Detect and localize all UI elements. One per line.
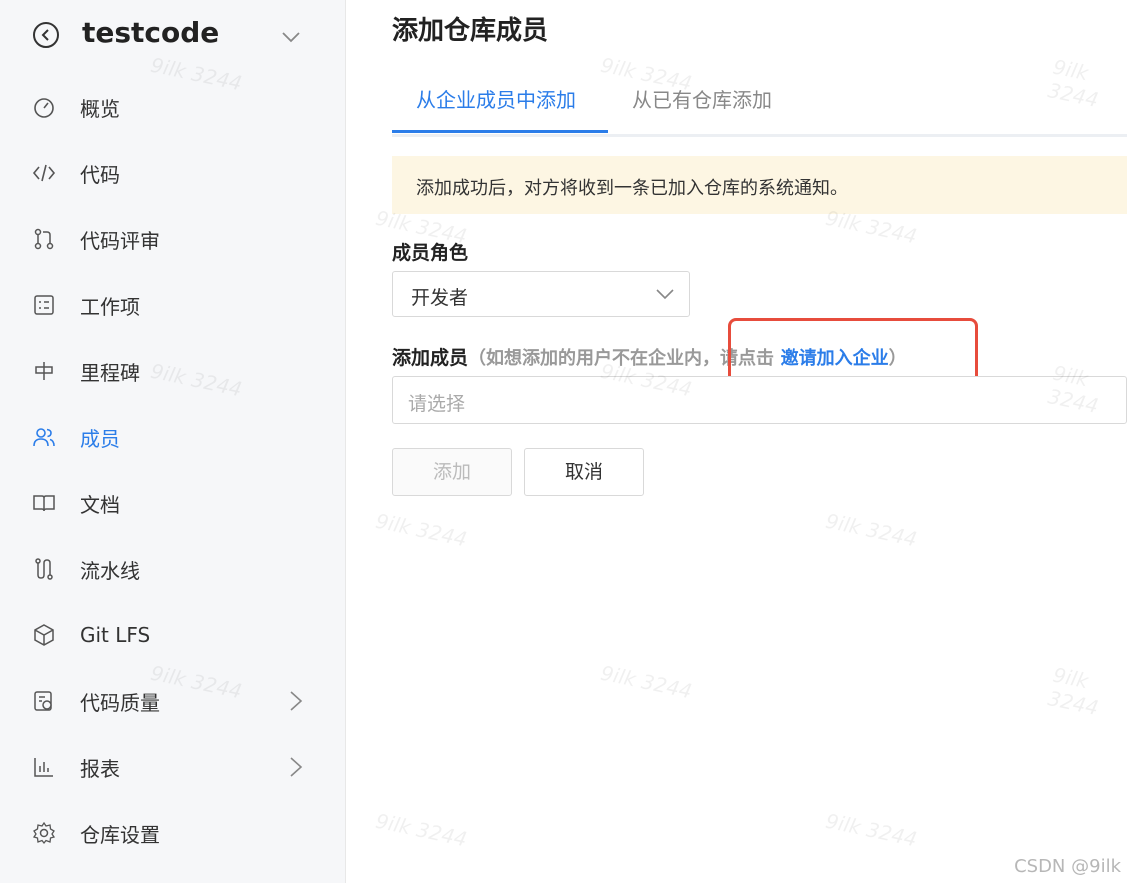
main-content: 添加仓库成员 从企业成员中添加 从已有仓库添加 添加成功后，对方将收到一条已加入… bbox=[345, 0, 1127, 883]
csdn-watermark: CSDN @9ilk bbox=[1014, 856, 1121, 877]
sidebar-item-members[interactable]: 成员 bbox=[0, 407, 345, 467]
quality-icon bbox=[34, 691, 52, 711]
sidebar-item-label: 概览 bbox=[80, 96, 120, 121]
member-label: 添加成员 bbox=[392, 347, 469, 369]
info-notice: 添加成功后，对方将收到一条已加入仓库的系统通知。 bbox=[392, 156, 1127, 214]
sidebar-item-label: 报表 bbox=[80, 756, 120, 781]
sidebar-item-docs[interactable]: 文档 bbox=[0, 473, 345, 533]
pipeline-icon bbox=[35, 558, 53, 580]
tab-from-enterprise[interactable]: 从企业成员中添加 bbox=[416, 84, 576, 113]
cube-icon bbox=[34, 624, 54, 646]
sidebar-item-label: 里程碑 bbox=[80, 360, 140, 385]
dashboard-icon bbox=[34, 98, 54, 118]
tabs: 从企业成员中添加 从已有仓库添加 bbox=[392, 70, 1127, 137]
sidebar-item-milestones[interactable]: 里程碑 bbox=[0, 341, 345, 401]
sidebar-item-reports[interactable]: 报表 bbox=[0, 737, 345, 797]
users-icon bbox=[33, 428, 55, 447]
sidebar-item-code-review[interactable]: 代码评审 bbox=[0, 209, 345, 269]
chevron-down-icon[interactable] bbox=[280, 26, 302, 48]
sidebar-item-pipeline[interactable]: 流水线 bbox=[0, 539, 345, 599]
sidebar-item-label: 成员 bbox=[80, 426, 120, 451]
repo-header: testcode bbox=[0, 0, 345, 70]
sidebar-item-code[interactable]: 代码 bbox=[0, 143, 345, 203]
role-select[interactable]: 开发者 bbox=[392, 271, 690, 317]
member-select-input[interactable]: 请选择 bbox=[392, 376, 1127, 424]
sidebar-item-settings[interactable]: 仓库设置 bbox=[0, 803, 345, 863]
sidebar-item-label: 文档 bbox=[80, 492, 120, 517]
member-input-placeholder: 请选择 bbox=[408, 393, 466, 415]
cancel-button[interactable]: 取消 bbox=[524, 448, 644, 496]
signpost-icon bbox=[35, 362, 53, 380]
tab-active-indicator bbox=[392, 130, 608, 133]
page-title: 添加仓库成员 bbox=[392, 16, 549, 46]
role-label: 成员角色 bbox=[392, 242, 469, 264]
gear-icon bbox=[32, 821, 56, 845]
tab-from-repository[interactable]: 从已有仓库添加 bbox=[632, 84, 772, 113]
add-button[interactable]: 添加 bbox=[392, 448, 512, 496]
bar-chart-icon bbox=[34, 758, 53, 777]
chevron-right-icon bbox=[290, 757, 303, 777]
sidebar-item-label: 流水线 bbox=[80, 558, 140, 583]
chevron-down-icon bbox=[656, 289, 674, 300]
code-icon bbox=[32, 164, 56, 182]
sidebar-item-label: 代码评审 bbox=[80, 228, 160, 253]
sidebar-item-work-items[interactable]: 工作项 bbox=[0, 275, 345, 335]
sidebar: testcode 概览 代码 代码评审 工作项 里程碑 成员 文档 流水线 Gi… bbox=[0, 0, 346, 883]
sidebar-item-git-lfs[interactable]: Git LFS bbox=[0, 605, 345, 665]
chevron-right-icon bbox=[290, 691, 303, 711]
checklist-icon bbox=[34, 295, 54, 315]
sidebar-item-code-quality[interactable]: 代码质量 bbox=[0, 671, 345, 731]
back-button[interactable] bbox=[33, 22, 59, 48]
merge-request-icon bbox=[34, 228, 54, 250]
sidebar-item-label: 代码质量 bbox=[80, 690, 160, 715]
sidebar-item-overview[interactable]: 概览 bbox=[0, 77, 345, 137]
sidebar-item-label: Git LFS bbox=[80, 623, 151, 647]
sidebar-item-label: 仓库设置 bbox=[80, 822, 160, 847]
book-icon bbox=[33, 495, 55, 512]
repo-name: testcode bbox=[82, 16, 220, 49]
sidebar-item-label: 工作项 bbox=[80, 294, 140, 319]
notice-text: 添加成功后，对方将收到一条已加入仓库的系统通知。 bbox=[416, 178, 848, 199]
sidebar-item-label: 代码 bbox=[80, 162, 120, 187]
chevron-left-icon bbox=[41, 29, 49, 41]
role-select-value: 开发者 bbox=[411, 287, 469, 309]
